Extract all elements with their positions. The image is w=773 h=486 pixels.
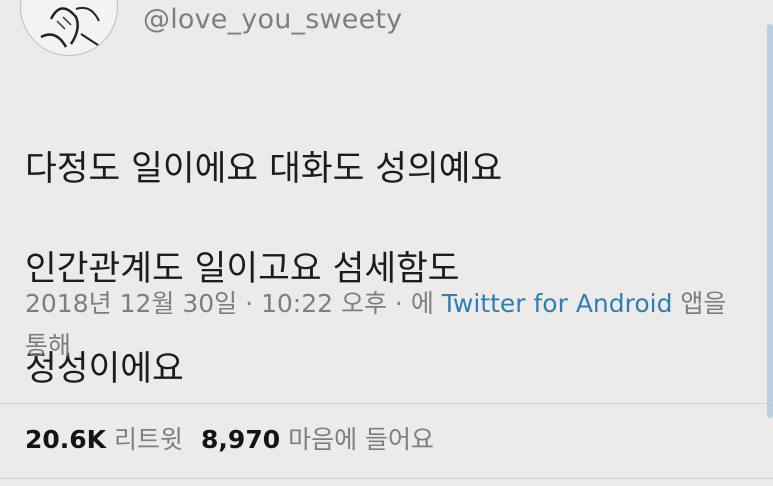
- user-handle[interactable]: @love_you_sweety: [143, 4, 402, 35]
- retweets-stat[interactable]: 20.6K 리트윗: [25, 425, 183, 454]
- likes-label: 마음에 들어요: [288, 425, 435, 454]
- sketch-portrait-icon: [40, 6, 102, 48]
- likes-count: 8,970: [201, 425, 281, 454]
- tweet-stats: 20.6K 리트윗 8,970 마음에 들어요: [25, 420, 434, 460]
- retweets-count: 20.6K: [25, 425, 107, 454]
- likes-stat[interactable]: 8,970 마음에 들어요: [201, 425, 434, 454]
- divider: [0, 478, 773, 479]
- source-link[interactable]: Twitter for Android: [442, 289, 673, 318]
- divider: [0, 403, 773, 404]
- avatar[interactable]: [20, 0, 118, 56]
- tweet-text: 다정도 일이에요 대화도 성의예요 인간관계도 일이고요 섬세함도 정성이에요: [25, 94, 745, 444]
- tweet-text-line: 다정도 일이에요 대화도 성의예요: [25, 149, 503, 189]
- tweet-timestamp[interactable]: 2018년 12월 30일 · 10:22 오후 · 에: [25, 289, 442, 318]
- scrollbar[interactable]: [767, 24, 773, 418]
- retweets-label: 리트윗: [114, 425, 184, 454]
- tweet-meta: 2018년 12월 30일 · 10:22 오후 · 에 Twitter for…: [25, 283, 745, 367]
